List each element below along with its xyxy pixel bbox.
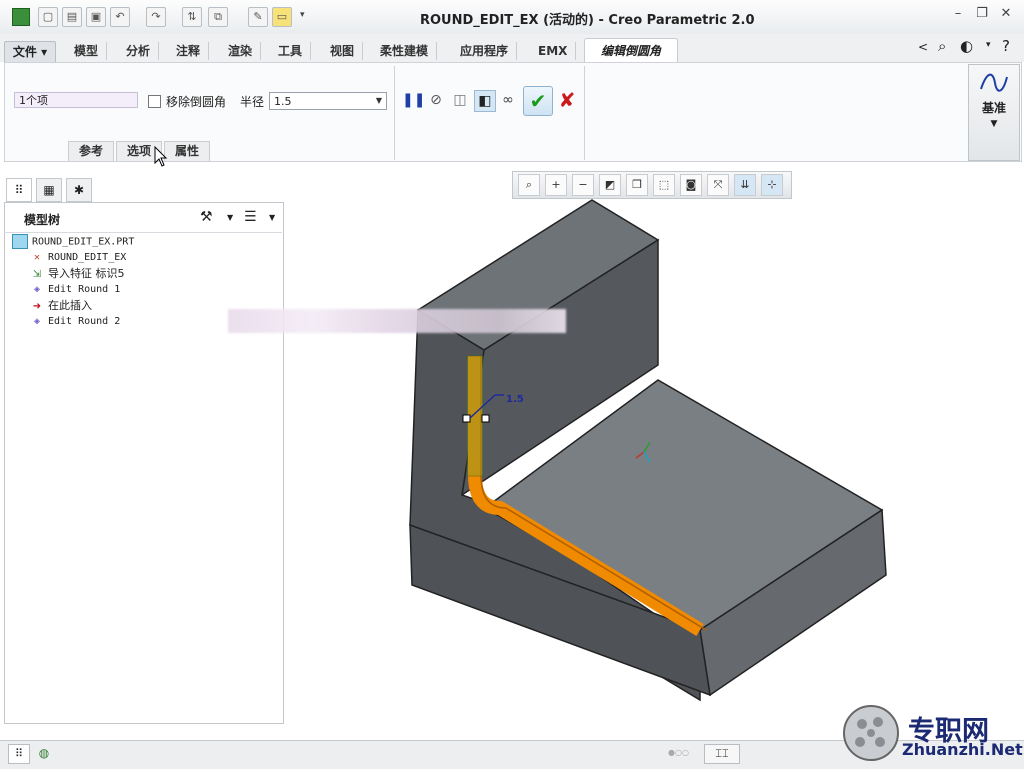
favorites-tab-icon[interactable]: ✱: [66, 178, 92, 202]
tree-item-edit-round-1[interactable]: ◈ Edit Round 1: [30, 282, 120, 298]
help-dropdown-icon[interactable]: ▾: [986, 40, 991, 50]
customize-toolbar-icon[interactable]: ▾: [300, 10, 305, 20]
ribbon-divider: [584, 66, 585, 160]
new-file-icon[interactable]: ▢: [38, 7, 58, 27]
help-icon[interactable]: ?: [1002, 37, 1010, 55]
tree-item-label: 导入特征 标识5: [48, 267, 125, 280]
windows-icon[interactable]: ⧉: [208, 7, 228, 27]
model-tree-tab-icon[interactable]: ⠿: [6, 178, 32, 202]
close-button[interactable]: ✕: [996, 6, 1016, 24]
tree-item-import-feature[interactable]: ⇲ 导入特征 标识5: [30, 266, 125, 282]
glasses-icon[interactable]: ∞: [498, 90, 518, 110]
import-feature-icon: ⇲: [32, 268, 42, 280]
edit-round-icon: ◈: [33, 283, 41, 295]
radius-input[interactable]: 1.5: [269, 92, 387, 110]
datum-label: 基准: [981, 101, 1006, 115]
tree-item-part[interactable]: ROUND_EDIT_EX.PRT: [12, 234, 134, 250]
tree-item-label: Edit Round 2: [48, 316, 121, 327]
drag-handle[interactable]: [481, 414, 490, 423]
tree-item-label: 在此插入: [48, 299, 92, 312]
folder-icon[interactable]: ▭: [272, 7, 292, 27]
browser-icon[interactable]: ◍: [34, 744, 54, 762]
part-icon: [12, 234, 28, 249]
preview-icon[interactable]: ◫: [450, 90, 470, 110]
tree-filter-icon[interactable]: ☰: [244, 209, 257, 225]
subtab-properties[interactable]: 属性: [164, 141, 211, 161]
verify-icon[interactable]: ◧: [474, 90, 496, 112]
close-window-icon[interactable]: ✎: [248, 7, 268, 27]
pause-icon[interactable]: ❚❚: [402, 90, 425, 110]
radius-label: 半径: [240, 95, 265, 109]
regen-status-icon: ●○○: [668, 748, 689, 757]
radius-dimension-label[interactable]: 1.5: [506, 394, 524, 405]
tree-item-label: ROUND_EDIT_EX.PRT: [32, 236, 135, 248]
restore-button[interactable]: ❐: [972, 6, 992, 24]
app-logo-icon: [12, 8, 30, 26]
tree-item-insert-here[interactable]: ➜ 在此插入: [30, 298, 92, 314]
folder-browser-tab-icon[interactable]: ▦: [36, 178, 62, 202]
tree-item-csys[interactable]: ✕ ROUND_EDIT_EX: [30, 250, 126, 266]
remove-round-checkbox[interactable]: [148, 95, 161, 108]
search-icon[interactable]: ⌕: [938, 37, 946, 55]
minimize-button[interactable]: –: [948, 6, 968, 24]
mouse-cursor-icon: [154, 146, 168, 167]
file-menu-button[interactable]: 文件 ▾: [4, 41, 56, 63]
window-title: ROUND_EDIT_EX (活动的) - Creo Parametric 2.…: [420, 13, 755, 28]
datum-group-button[interactable]: 基准 ▼: [968, 64, 1020, 161]
chevron-down-icon: ▼: [990, 119, 998, 129]
back-icon[interactable]: <: [918, 40, 928, 54]
tree-item-label: Edit Round 1: [48, 284, 121, 295]
datum-csys-icon: ✕: [33, 251, 41, 263]
ok-checkmark-button[interactable]: ✔: [523, 86, 553, 116]
tab-edit-round[interactable]: 编辑倒圆角: [584, 38, 678, 63]
remove-round-label: 移除倒圆角: [166, 95, 227, 109]
insert-here-arrow-icon: ➜: [32, 300, 42, 312]
cancel-x-button[interactable]: ✘: [556, 86, 578, 114]
tab-annotate[interactable]: 注释: [168, 42, 210, 60]
tab-analysis[interactable]: 分析: [118, 42, 160, 60]
find-icon[interactable]: ⌶⌶: [704, 744, 740, 764]
watermark-globe-logo: [843, 705, 899, 761]
chevron-down-icon[interactable]: ▼: [372, 93, 386, 109]
subtab-references[interactable]: 参考: [68, 141, 115, 161]
edit-round-new-icon: ◈: [33, 315, 41, 327]
chevron-down-icon[interactable]: ▼: [269, 213, 275, 222]
undo-icon[interactable]: ↶: [110, 7, 130, 27]
tree-item-edit-round-2[interactable]: ◈ Edit Round 2: [30, 314, 120, 330]
show-navigator-icon[interactable]: ⠿: [8, 744, 30, 764]
file-menu-label: 文件: [12, 45, 37, 59]
tab-model[interactable]: 模型: [66, 42, 108, 60]
tab-emx[interactable]: EMX: [530, 42, 577, 60]
tab-tools[interactable]: 工具: [270, 42, 312, 60]
watermark-url: Zhuanzhi.Net: [902, 740, 1023, 759]
ribbon-divider: [394, 66, 395, 160]
tab-applications[interactable]: 应用程序: [452, 42, 518, 60]
tab-render[interactable]: 渲染: [220, 42, 262, 60]
selection-collector-field[interactable]: 1个项: [14, 92, 138, 108]
tab-flexible-modeling[interactable]: 柔性建模: [372, 42, 438, 60]
drag-handle[interactable]: [462, 414, 471, 423]
model-tree-title: 模型树: [24, 213, 61, 227]
graphics-area[interactable]: [400, 190, 900, 710]
open-file-icon[interactable]: ▤: [62, 7, 82, 27]
chevron-down-icon[interactable]: ▼: [227, 213, 233, 222]
datum-curve-icon: [980, 73, 1008, 92]
save-icon[interactable]: ▣: [86, 7, 106, 27]
redo-icon[interactable]: ↷: [146, 7, 166, 27]
blurred-overlay: [228, 309, 566, 333]
no-preview-icon[interactable]: ⊘: [426, 90, 446, 110]
regenerate-icon[interactable]: ⇅: [182, 7, 202, 27]
tree-item-label: ROUND_EDIT_EX: [48, 252, 127, 263]
tab-view[interactable]: 视图: [322, 42, 364, 60]
help-center-icon[interactable]: ◐: [960, 37, 973, 55]
tree-settings-icon[interactable]: ⚒: [200, 209, 213, 225]
